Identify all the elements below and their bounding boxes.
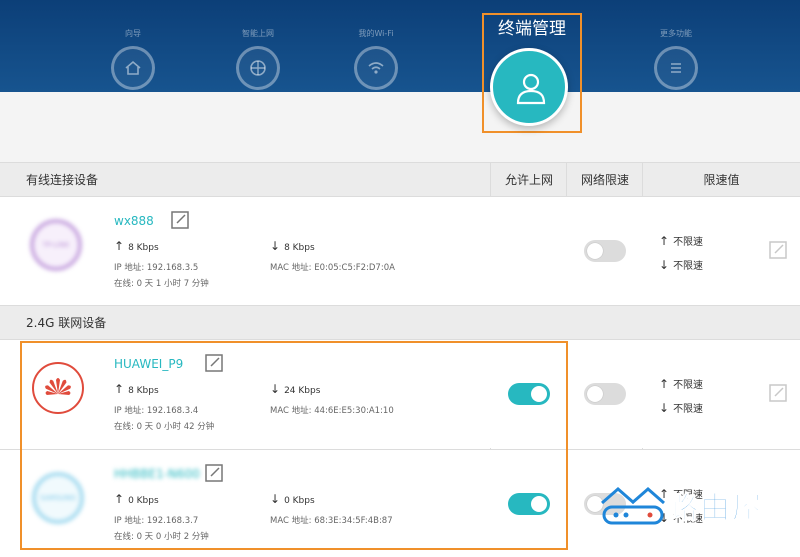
- download-rate: ↓ 8 Kbps: [270, 239, 315, 253]
- table-header-row: 有线连接设备 允许上网 网络限速 限速值: [0, 163, 800, 197]
- edit-icon[interactable]: [170, 210, 190, 230]
- edit-limit-icon[interactable]: [768, 383, 788, 403]
- tp-link-logo: TP-LINK: [30, 219, 82, 271]
- highlight-box: [20, 341, 568, 550]
- nav-item-terminal-management[interactable]: [490, 48, 568, 126]
- header-device: 有线连接设备: [26, 173, 99, 187]
- mac-address: MAC 地址: E0:05:C5:F2:D7:0A: [270, 263, 395, 273]
- nav-label: 我的Wi-Fi: [358, 29, 394, 38]
- header-allow: 允许上网: [504, 173, 553, 187]
- upload-limit: ↑ 不限速: [659, 234, 704, 248]
- nav-label: 更多功能: [660, 29, 692, 38]
- ip-address: IP 地址: 192.168.3.5: [114, 263, 199, 273]
- device-name: wx888: [114, 214, 154, 228]
- online-time: 在线: 0 天 1 小时 7 分钟: [114, 279, 209, 289]
- wifi-icon: [354, 46, 398, 90]
- upload-limit: ↑ 不限速: [659, 377, 704, 391]
- arrow-down-icon: ↓: [659, 401, 670, 415]
- header-speed: 限速值: [703, 173, 740, 187]
- globe-icon: [236, 46, 280, 90]
- section-header-wireless: 2.4G 联网设备: [0, 306, 800, 340]
- watermark-logo: 路由屋: [598, 477, 798, 533]
- upload-rate: ↑ 8 Kbps: [114, 239, 159, 253]
- table-row: TP-LINK wx888 ↑ 8 Kbps ↓ 8 Kbps IP 地址: 192…: [0, 197, 800, 305]
- menu-icon: [654, 46, 698, 90]
- arrow-up-icon: ↑: [659, 234, 670, 248]
- speed-limit-toggle[interactable]: [584, 383, 626, 405]
- watermark-text: 路由屋: [668, 491, 764, 527]
- house-logo-icon: [601, 487, 665, 525]
- user-icon: [516, 73, 546, 105]
- nav-label: 向导: [125, 29, 141, 38]
- arrow-up-icon: ↑: [114, 239, 125, 253]
- nav-label-active: 终端管理: [498, 19, 566, 39]
- download-limit: ↓ 不限速: [659, 401, 704, 415]
- download-limit: ↓ 不限速: [659, 258, 704, 272]
- arrow-down-icon: ↓: [270, 239, 281, 253]
- home-icon: [111, 46, 155, 90]
- edit-limit-icon[interactable]: [768, 240, 788, 260]
- arrow-down-icon: ↓: [659, 258, 670, 272]
- speed-limit-toggle[interactable]: [584, 240, 626, 262]
- arrow-up-icon: ↑: [659, 377, 670, 391]
- top-nav-bar: 向导 智能上网 我的Wi-Fi 更多功能: [0, 0, 800, 92]
- header-limit: 网络限速: [580, 173, 629, 187]
- nav-label: 智能上网: [242, 29, 274, 38]
